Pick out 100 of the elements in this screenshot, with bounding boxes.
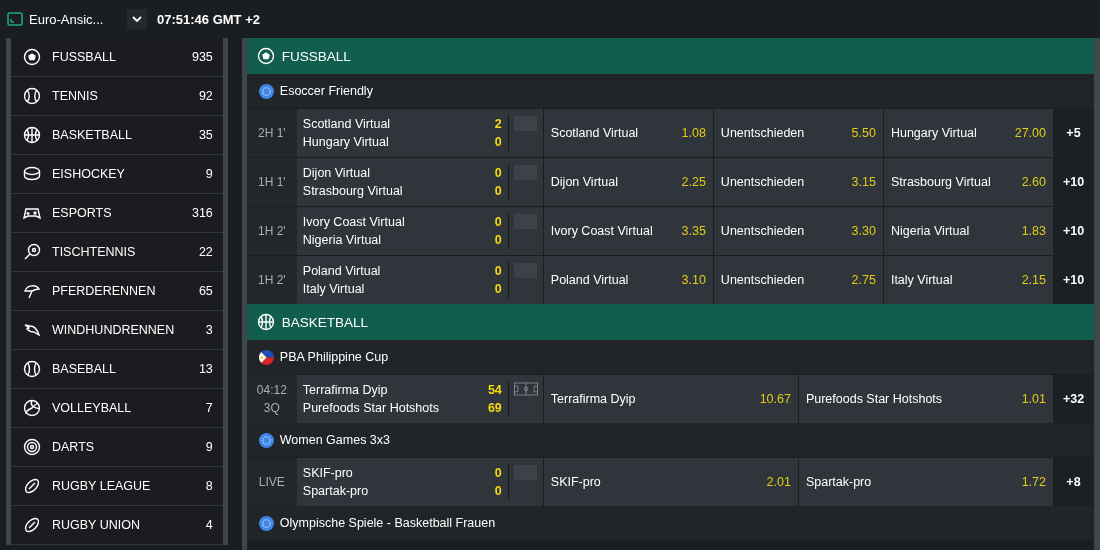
court-icon[interactable] — [513, 382, 538, 396]
team-name: Nigeria Virtual — [302, 232, 382, 249]
scoreboard[interactable]: Dijon Virtual 0 Strasbourg Virtual 0 — [296, 158, 544, 206]
team-score: 0 — [494, 465, 502, 482]
team-name: Italy Virtual — [302, 281, 365, 298]
odds-button[interactable]: Nigeria Virtual 1.83 — [883, 207, 1053, 255]
event-count: 9 — [205, 440, 213, 454]
scoreboard[interactable]: Poland Virtual 0 Italy Virtual 0 — [296, 256, 544, 304]
puck-icon — [23, 165, 41, 183]
globe-icon — [258, 515, 274, 531]
rugby-ball-icon — [23, 477, 41, 495]
event-count: 65 — [198, 284, 213, 298]
more-markets-button[interactable]: +32 — [1053, 375, 1094, 423]
event-count: 935 — [191, 50, 213, 64]
league-name: Women Games 3x3 — [279, 433, 391, 447]
paddle-icon — [23, 243, 41, 261]
odds-button[interactable]: Poland Virtual 3.10 — [543, 256, 713, 304]
team-score: 0 — [494, 165, 502, 182]
flag-icon — [258, 349, 274, 365]
odds-button[interactable]: Terrafirma Dyip 10.67 — [543, 375, 798, 423]
team-score: 0 — [494, 134, 502, 151]
globe-icon — [258, 432, 274, 448]
more-markets-button[interactable]: +8 — [1053, 458, 1094, 506]
team-score: 0 — [494, 183, 502, 200]
scoreboard[interactable]: Scotland Virtual 2 Hungary Virtual 0 — [296, 109, 544, 157]
league-header[interactable]: Women Games 3x3 — [246, 423, 1094, 457]
league-name: Olympische Spiele - Basketball Frauen — [279, 516, 496, 530]
more-markets-button[interactable]: +5 — [1053, 109, 1094, 157]
odds-button[interactable]: SKIF-pro 2.01 — [543, 458, 798, 506]
sport-label: EISHOCKEY — [52, 167, 126, 181]
odds-button[interactable]: Spartak-pro 1.72 — [798, 458, 1053, 506]
scoreboard[interactable]: SKIF-pro 0 Spartak-pro 0 — [296, 458, 544, 506]
odds-button[interactable]: Scotland Virtual 1.08 — [543, 109, 713, 157]
section-title: FUSSBALL — [281, 48, 351, 64]
sport-label: ESPORTS — [52, 206, 113, 220]
event-count: 4 — [205, 518, 213, 532]
basketball-icon — [23, 126, 41, 144]
more-markets-button[interactable]: +10 — [1053, 158, 1094, 206]
team-score: 0 — [494, 281, 502, 298]
team-name: Hungary Virtual — [302, 134, 389, 151]
sport-label: DARTS — [52, 440, 96, 454]
team-name: Purefoods Star Hotshots — [302, 400, 439, 417]
globe-icon — [258, 83, 274, 99]
league-name: PBA Philippine Cup — [279, 350, 389, 364]
more-markets-button[interactable]: +10 — [1053, 207, 1094, 255]
team-score: 54 — [487, 382, 502, 399]
team-name: SKIF-pro — [302, 465, 353, 482]
section-title: BASKETBALL — [281, 314, 369, 330]
league-name: Esoccer Friendly — [279, 84, 373, 98]
tennis-ball-icon — [23, 87, 41, 105]
sport-label: RUGBY LEAGUE — [52, 479, 152, 493]
baseball-icon — [23, 360, 41, 378]
event-count: 9 — [205, 167, 213, 181]
target-icon — [23, 438, 41, 456]
team-score: 0 — [494, 263, 502, 280]
odds-button[interactable]: Hungary Virtual 27.00 — [883, 109, 1053, 157]
volleyball-icon — [23, 399, 41, 417]
sport-label: PFERDERENNEN — [52, 284, 157, 298]
soccer-ball-icon — [23, 48, 41, 66]
league-header[interactable]: PBA Philippine Cup — [246, 340, 1094, 374]
league-header[interactable]: Esoccer Friendly — [246, 74, 1094, 108]
odds-button[interactable]: Italy Virtual 2.15 — [883, 256, 1053, 304]
odds-button[interactable]: Unentschieden 5.50 — [713, 109, 883, 157]
odds-button[interactable]: Strasbourg Virtual 2.60 — [883, 158, 1053, 206]
team-name: Dijon Virtual — [302, 165, 370, 182]
team-name: Strasbourg Virtual — [302, 183, 403, 200]
sport-label: WINDHUNDRENNEN — [52, 323, 176, 337]
team-score: 0 — [494, 483, 502, 500]
team-score: 2 — [494, 116, 502, 133]
event-count: 35 — [198, 128, 213, 142]
event-count: 316 — [191, 206, 213, 220]
rugby-ball-icon — [23, 516, 41, 534]
event-count: 3 — [205, 323, 213, 337]
clock: 07:51:46 GMT +2 — [157, 11, 260, 27]
basketball-icon — [256, 313, 275, 331]
team-score: 0 — [494, 214, 502, 231]
team-score: 69 — [487, 400, 502, 417]
odds-button[interactable]: Dijon Virtual 2.25 — [543, 158, 713, 206]
odds-button[interactable]: Unentschieden 3.30 — [713, 207, 883, 255]
scoreboard[interactable]: Terrafirma Dyip 54 Purefoods Star Hotshots 69 — [296, 375, 544, 423]
team-name: Scotland Virtual — [302, 116, 391, 133]
scoreboard[interactable]: Ivory Coast Virtual 0 Nigeria Virtual 0 — [296, 207, 544, 255]
view-label[interactable]: Euro-Ansic... — [29, 11, 121, 27]
odds-button[interactable]: Ivory Coast Virtual 3.35 — [543, 207, 713, 255]
event-count: 13 — [198, 362, 213, 376]
sport-label: RUGBY UNION — [52, 518, 141, 532]
sport-label: TISCHTENNIS — [52, 245, 137, 259]
odds-button[interactable]: Unentschieden 2.75 — [713, 256, 883, 304]
sport-label: TENNIS — [52, 89, 99, 103]
odds-button[interactable]: Unentschieden 3.15 — [713, 158, 883, 206]
section-header[interactable]: BASKETBALL — [246, 304, 1094, 340]
odds-button[interactable]: Purefoods Star Hotshots 1.01 — [798, 375, 1053, 423]
more-markets-button[interactable]: +10 — [1053, 256, 1094, 304]
team-name: Poland Virtual — [302, 263, 381, 280]
section-header[interactable]: FUSSBALL — [246, 38, 1094, 74]
team-score: 0 — [494, 232, 502, 249]
dropdown-button[interactable] — [127, 9, 147, 29]
event-count: 7 — [205, 401, 213, 415]
screen-icon[interactable] — [7, 12, 23, 26]
league-header[interactable]: Olympische Spiele - Basketball Frauen — [246, 506, 1094, 540]
